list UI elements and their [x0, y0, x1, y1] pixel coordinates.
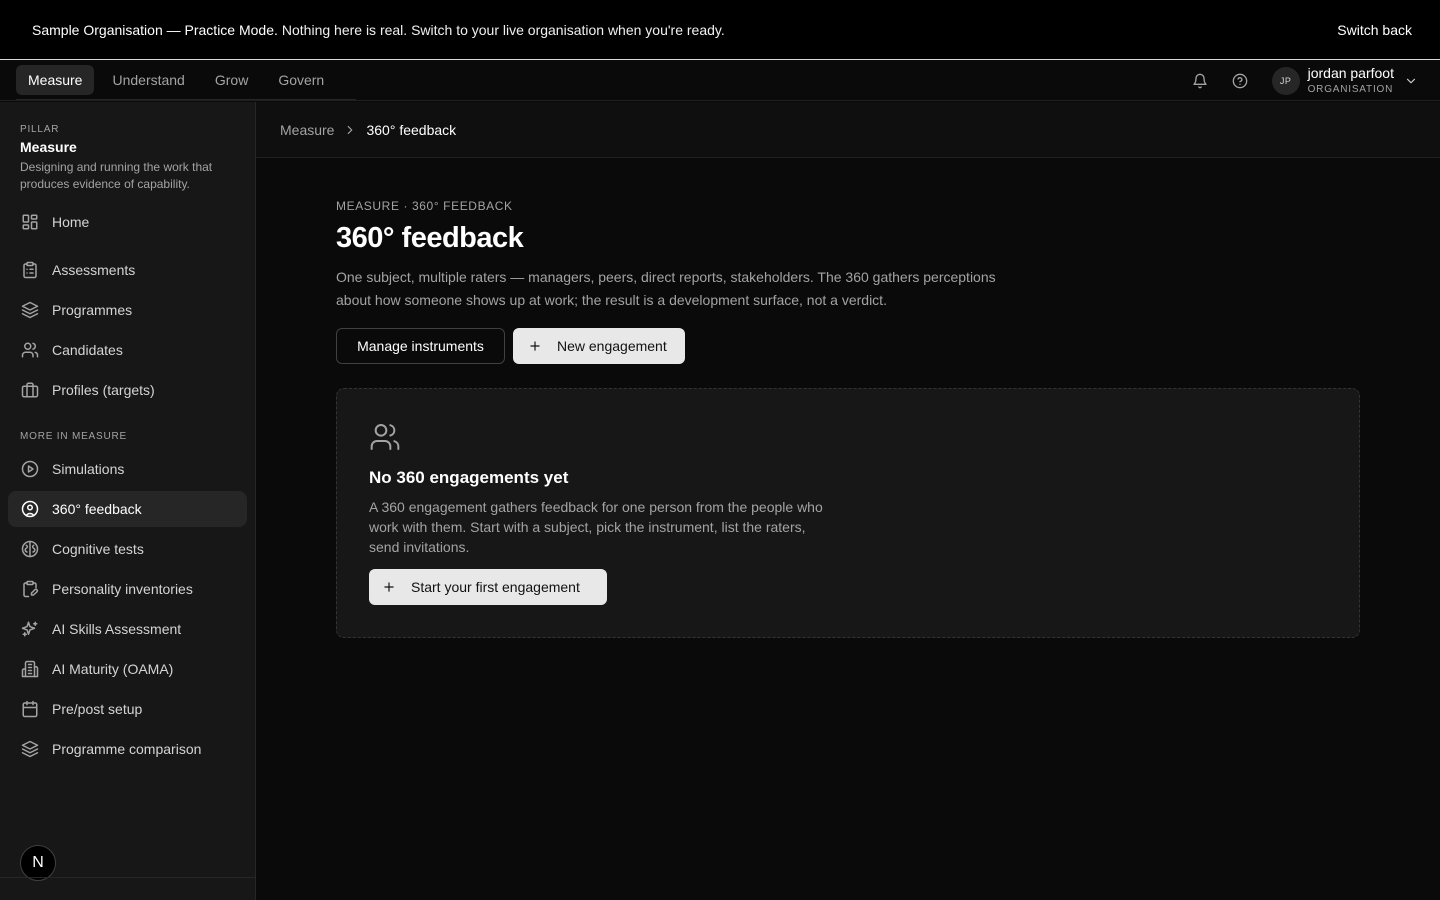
user-menu[interactable]: JP jordan parfoot ORGANISATION [1271, 65, 1418, 97]
tab-govern[interactable]: Govern [266, 65, 336, 95]
sidebar-item-label: Programmes [52, 302, 133, 318]
banner-strong-text: Sample Organisation — Practice Mode. [32, 21, 278, 38]
clipboard-pen-icon [20, 579, 40, 599]
clipboard-icon [20, 260, 40, 280]
briefcase-icon [20, 380, 40, 400]
switch-back-button[interactable]: Switch back [1337, 22, 1412, 38]
building-icon [20, 659, 40, 679]
calendar-icon [20, 699, 40, 719]
sidebar: PILLAR Measure Designing and running the… [0, 102, 256, 900]
sidebar-item-candidates[interactable]: Candidates [8, 332, 247, 368]
pillar-description: Designing and running the work that prod… [20, 160, 213, 191]
practice-mode-banner: Sample Organisation — Practice Mode. Noth… [0, 0, 1440, 60]
breadcrumb-parent[interactable]: Measure [280, 122, 334, 138]
banner-message: Sample Organisation — Practice Mode. Noth… [32, 22, 725, 38]
sidebar-item-ai-skills-assessment[interactable]: AI Skills Assessment [8, 611, 247, 647]
breadcrumb-current: 360° feedback [366, 121, 457, 138]
page-description: One subject, multiple raters — managers,… [336, 269, 996, 308]
sidebar-item-label: Home [52, 214, 90, 230]
pillar-label: PILLAR [20, 124, 60, 135]
tab-understand[interactable]: Understand [100, 65, 196, 95]
sidebar-item-label: Simulations [52, 461, 125, 477]
avatar: JP [1271, 67, 1300, 95]
sidebar-item-label: Candidates [52, 342, 123, 358]
brand-logo[interactable]: N [20, 845, 56, 881]
pillar-title: Measure [20, 139, 77, 155]
sidebar-item-simulations[interactable]: Simulations [8, 451, 247, 487]
sidebar-item-ai-maturity[interactable]: AI Maturity (OAMA) [8, 651, 247, 687]
sidebar-item-label: Cognitive tests [52, 541, 144, 557]
sidebar-item-personality-inventories[interactable]: Personality inventories [8, 571, 247, 607]
sidebar-item-360-feedback[interactable]: 360° feedback [8, 491, 247, 527]
users-icon [20, 340, 40, 360]
top-navigation: Measure Understand Grow Govern JP jordan… [0, 61, 1440, 101]
sidebar-item-label: AI Maturity (OAMA) [52, 661, 174, 677]
empty-state-title: No 360 engagements yet [369, 468, 569, 487]
tab-measure[interactable]: Measure [16, 65, 95, 95]
sidebar-item-label: Personality inventories [52, 581, 193, 597]
help-circle-icon [1232, 73, 1247, 89]
chevron-down-icon [1404, 74, 1418, 88]
new-engagement-label: New engagement [557, 338, 667, 354]
sidebar-item-assessments[interactable]: Assessments [8, 252, 247, 288]
plus-icon [381, 579, 397, 595]
sidebar-item-home[interactable]: Home [8, 204, 247, 240]
empty-state-card: No 360 engagements yet A 360 engagement … [336, 388, 1360, 638]
manage-instruments-label: Manage instruments [357, 338, 484, 354]
layers-icon [20, 300, 40, 320]
help-button[interactable] [1220, 61, 1260, 101]
grid-icon [20, 212, 40, 232]
sidebar-item-label: Profiles (targets) [52, 382, 155, 398]
sidebar-item-programme-comparison[interactable]: Programme comparison [8, 731, 247, 767]
sidebar-item-label: Assessments [52, 262, 136, 278]
user-names: jordan parfoot ORGANISATION [1308, 65, 1394, 97]
sidebar-item-profiles[interactable]: Profiles (targets) [8, 372, 247, 408]
sidebar-item-label: AI Skills Assessment [52, 621, 182, 637]
play-circle-icon [20, 459, 40, 479]
user-name: jordan parfoot [1307, 65, 1394, 81]
layers-icon [20, 739, 40, 759]
page-title: 360° feedback [336, 222, 524, 254]
sidebar-item-cognitive-tests[interactable]: Cognitive tests [8, 531, 247, 567]
user-role: ORGANISATION [1307, 84, 1394, 95]
start-first-engagement-button[interactable]: Start your first engagement [369, 569, 607, 605]
sparkles-icon [20, 619, 40, 639]
breadcrumb: Measure 360° feedback [256, 102, 1440, 158]
user-circle-icon [20, 499, 40, 519]
tab-grow[interactable]: Grow [203, 65, 260, 95]
bell-icon [1192, 73, 1207, 89]
page-eyebrow: MEASURE · 360° FEEDBACK [336, 199, 513, 213]
start-first-engagement-label: Start your first engagement [411, 579, 580, 595]
chevron-right-icon [343, 123, 357, 137]
notifications-button[interactable] [1180, 61, 1220, 101]
banner-rest-text: Nothing here is real. Switch to your liv… [281, 21, 725, 38]
new-engagement-button[interactable]: New engagement [513, 328, 685, 364]
sidebar-item-label: Pre/post setup [52, 701, 143, 717]
sidebar-item-label: Programme comparison [52, 741, 202, 757]
topbar-actions: JP jordan parfoot ORGANISATION [1180, 61, 1418, 101]
users-icon [369, 421, 401, 453]
pillar-tabs: Measure Understand Grow Govern [16, 61, 357, 100]
main-content: MEASURE · 360° FEEDBACK 360° feedback On… [256, 158, 1440, 900]
plus-icon [527, 338, 543, 354]
sidebar-item-programmes[interactable]: Programmes [8, 292, 247, 328]
sidebar-item-label: 360° feedback [52, 501, 142, 517]
manage-instruments-button[interactable]: Manage instruments [336, 328, 505, 364]
sidebar-item-pre-post-setup[interactable]: Pre/post setup [8, 691, 247, 727]
section-label: MORE IN MEASURE [20, 431, 128, 442]
sidebar-footer [0, 877, 255, 900]
brain-icon [20, 539, 40, 559]
empty-state-description: A 360 engagement gathers feedback for on… [369, 499, 823, 555]
